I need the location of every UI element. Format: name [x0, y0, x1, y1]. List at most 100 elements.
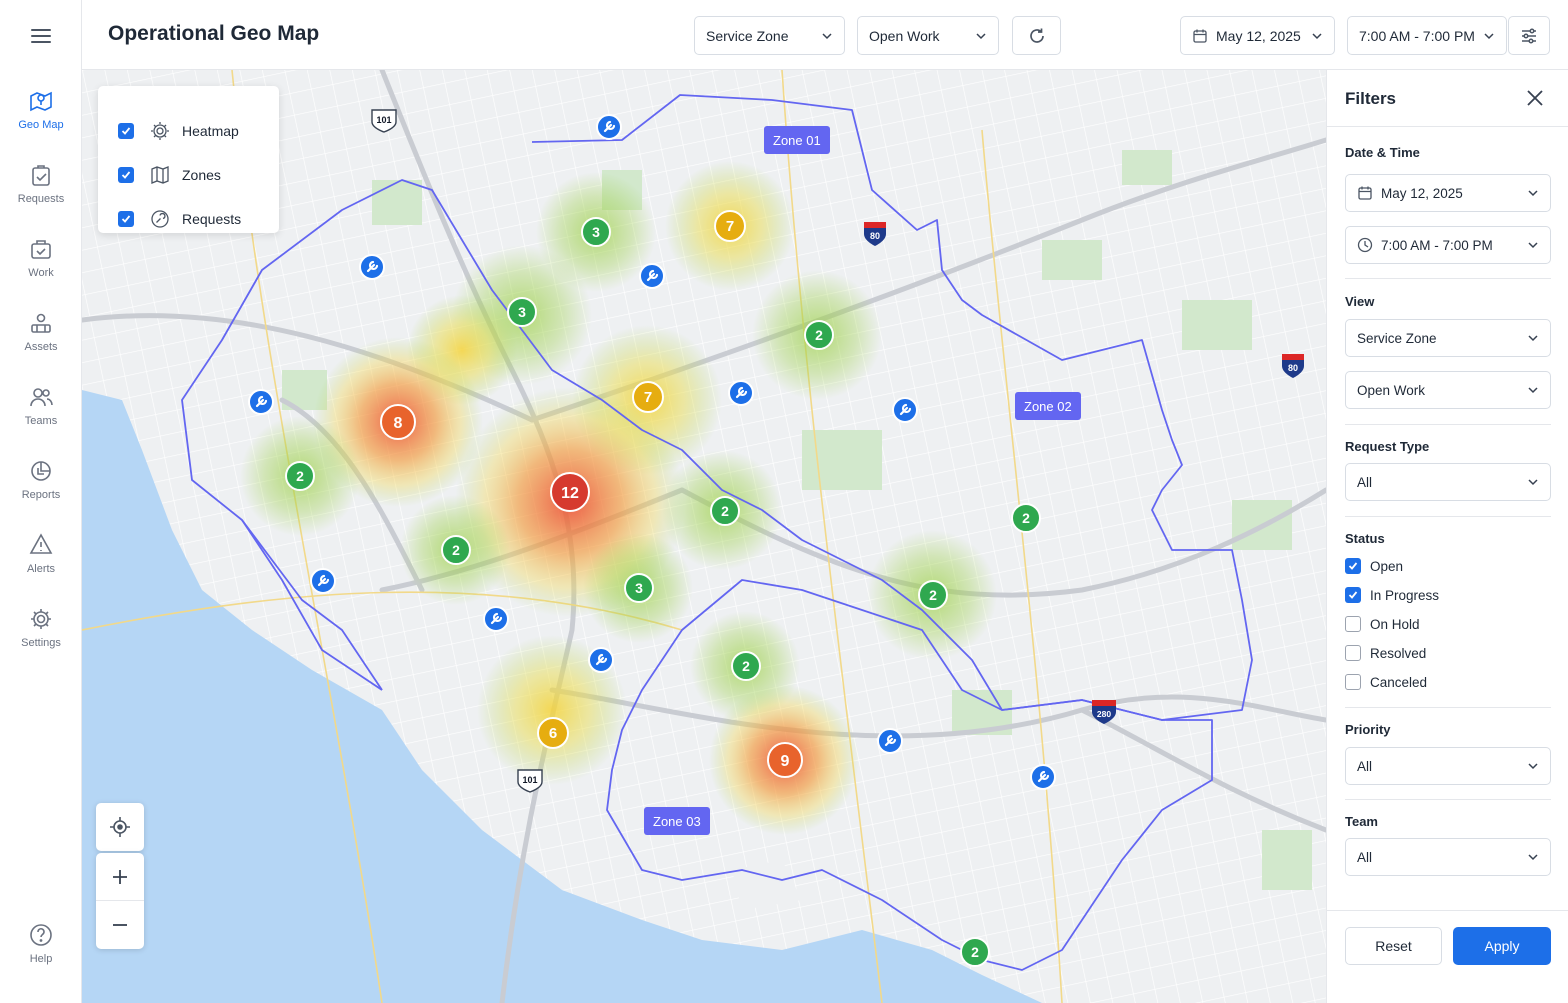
wrench-icon — [1030, 764, 1056, 790]
filters-panel-footer: Reset Apply — [1327, 910, 1568, 1003]
nav-item-help[interactable]: Help — [0, 918, 82, 986]
filters-panel-header: Filters — [1327, 70, 1568, 127]
checkbox[interactable] — [1345, 558, 1361, 574]
cluster-count: 12 — [561, 485, 579, 502]
nav-label: Teams — [24, 415, 58, 427]
status-option-on-hold[interactable]: On Hold — [1345, 614, 1420, 634]
divider — [1345, 707, 1551, 708]
chevron-down-icon — [1528, 763, 1538, 770]
checkbox[interactable] — [1345, 616, 1361, 632]
filter-view-select[interactable]: Service Zone — [1345, 319, 1551, 357]
cluster-marker: 2 — [731, 651, 761, 681]
layer-toggle-requests[interactable]: Requests — [118, 207, 241, 231]
shield-number: 80 — [1288, 363, 1298, 373]
shield-number: 80 — [870, 231, 880, 241]
date-select-value: May 12, 2025 — [1216, 27, 1301, 44]
close-filters-button[interactable] — [1523, 86, 1547, 110]
clipboard-check-icon — [32, 165, 50, 186]
chevron-down-icon — [822, 32, 832, 39]
status-label: Resolved — [1370, 645, 1427, 661]
status-option-open[interactable]: Open — [1345, 556, 1403, 576]
chevron-down-icon — [1528, 242, 1538, 249]
filter-priority-value: All — [1357, 758, 1373, 774]
cluster-marker: 2 — [804, 320, 834, 350]
divider — [1345, 799, 1551, 800]
nav-item-settings[interactable]: Settings — [0, 602, 82, 670]
wrench-icon — [248, 389, 274, 415]
time-range-select[interactable]: 7:00 AM - 7:00 PM — [1347, 16, 1507, 55]
help-circle-icon — [30, 924, 52, 946]
zoom-in-button[interactable] — [96, 853, 144, 901]
section-title-status: Status — [1345, 531, 1385, 546]
cluster-count: 2 — [1022, 510, 1030, 526]
wrench-icon — [483, 606, 509, 632]
nav-item-reports[interactable]: Reports — [0, 454, 82, 522]
layer-toggle-zones[interactable]: Zones — [118, 163, 221, 187]
zone-label[interactable]: Zone 01 — [764, 126, 830, 154]
wrench-icon — [588, 647, 614, 673]
filter-work-select[interactable]: Open Work — [1345, 371, 1551, 409]
reset-button[interactable]: Reset — [1345, 927, 1442, 965]
date-select[interactable]: May 12, 2025 — [1180, 16, 1335, 55]
nav-item-geo-map[interactable]: Geo Map — [0, 84, 82, 152]
checkbox[interactable] — [1345, 645, 1361, 661]
layer-label: Zones — [182, 167, 221, 183]
status-option-canceled[interactable]: Canceled — [1345, 672, 1427, 692]
cluster-count: 7 — [644, 389, 652, 406]
work-select[interactable]: Open Work — [857, 16, 999, 55]
filter-request-type-select[interactable]: All — [1345, 463, 1551, 501]
divider — [1345, 516, 1551, 517]
layer-toggle-heatmap[interactable]: Heatmap — [118, 119, 239, 143]
view-select[interactable]: Service Zone — [694, 16, 845, 55]
nav-item-assets[interactable]: Assets — [0, 306, 82, 374]
zoom-out-button[interactable] — [96, 901, 144, 949]
checkbox[interactable] — [118, 167, 134, 183]
nav-item-alerts[interactable]: Alerts — [0, 528, 82, 596]
filter-date-select[interactable]: May 12, 2025 — [1345, 174, 1551, 212]
divider — [1345, 424, 1551, 425]
nav-item-teams[interactable]: Teams — [0, 380, 82, 448]
cluster-count: 2 — [452, 542, 460, 558]
nav-item-work[interactable]: Work — [0, 232, 82, 300]
cluster-marker: 2 — [710, 496, 740, 526]
cluster-count: 6 — [549, 725, 557, 742]
section-title-request-type: Request Type — [1345, 439, 1430, 454]
checkbox[interactable] — [118, 211, 134, 227]
zone-label[interactable]: Zone 02 — [1015, 392, 1081, 420]
status-label: Open — [1370, 558, 1404, 574]
sidebar-nav: Geo Map Requests Work Assets Teams Repor… — [0, 0, 82, 1003]
cluster-marker: 6 — [537, 717, 569, 749]
cluster-marker: 2 — [285, 461, 315, 491]
status-option-resolved[interactable]: Resolved — [1345, 643, 1426, 663]
filter-priority-select[interactable]: All — [1345, 747, 1551, 785]
filter-team-select[interactable]: All — [1345, 838, 1551, 876]
checkbox[interactable] — [1345, 587, 1361, 603]
cluster-count: 2 — [296, 468, 304, 484]
wrench-icon — [892, 397, 918, 423]
filter-time-value: 7:00 AM - 7:00 PM — [1381, 237, 1493, 253]
wrench-icon — [310, 568, 336, 594]
chevron-down-icon — [1312, 32, 1322, 39]
zone-map-icon — [151, 166, 169, 184]
filter-settings-button[interactable] — [1508, 16, 1550, 55]
nav-item-requests[interactable]: Requests — [0, 158, 82, 226]
assets-icon — [31, 313, 51, 333]
checkbox[interactable] — [1345, 674, 1361, 690]
refresh-button[interactable] — [1012, 16, 1061, 55]
work-select-value: Open Work — [869, 27, 940, 44]
status-label: In Progress — [1370, 587, 1440, 603]
apply-button[interactable]: Apply — [1453, 927, 1551, 965]
menu-icon[interactable] — [26, 22, 56, 50]
zone-label[interactable]: Zone 03 — [644, 807, 710, 835]
cluster-marker: 3 — [507, 297, 537, 327]
geo-map[interactable]: 101 101 80 80 280 3 7 3 2 7 8 2 12 2 2 2… — [82, 70, 1326, 1003]
status-option-in-progress[interactable]: In Progress — [1345, 585, 1439, 605]
filter-time-select[interactable]: 7:00 AM - 7:00 PM — [1345, 226, 1551, 264]
cluster-count: 3 — [592, 224, 600, 240]
page-title: Operational Geo Map — [108, 22, 320, 45]
checkbox[interactable] — [118, 123, 134, 139]
refresh-icon — [1029, 28, 1044, 43]
locate-button[interactable] — [96, 803, 144, 851]
cluster-count: 2 — [815, 327, 823, 343]
cluster-count: 7 — [726, 218, 734, 235]
